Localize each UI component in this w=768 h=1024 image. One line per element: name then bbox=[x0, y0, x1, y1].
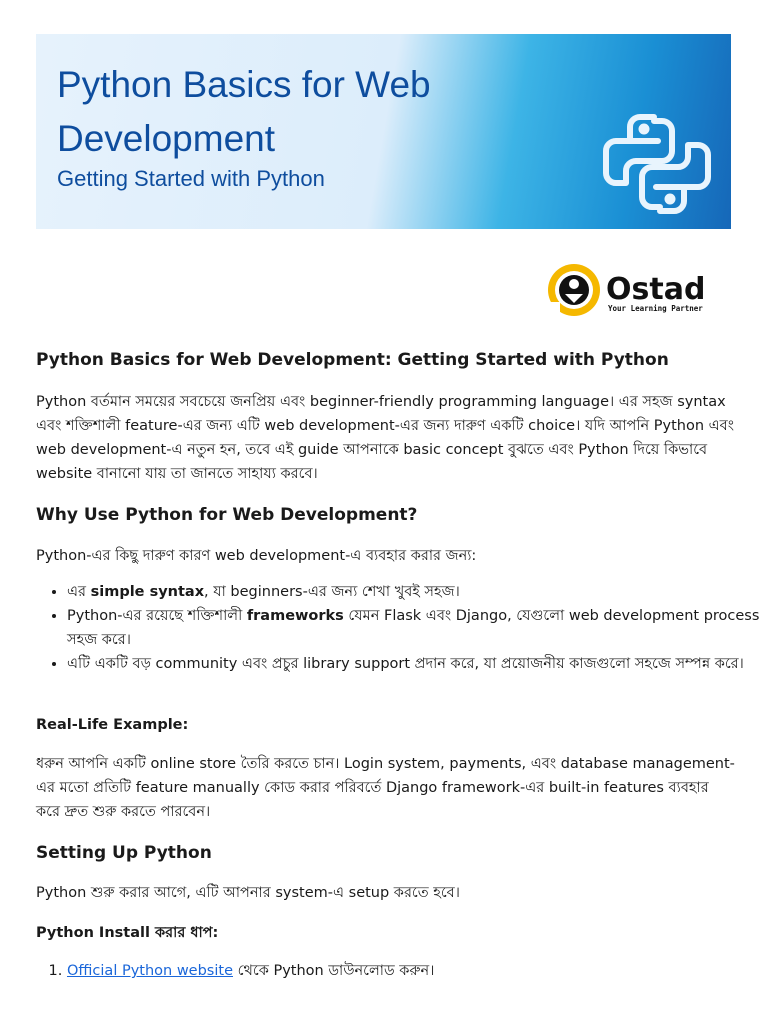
list-item: এর simple syntax, যা beginners-এর জন্য শ… bbox=[67, 580, 767, 604]
banner-subtitle: Getting Started with Python bbox=[57, 166, 325, 191]
ostad-tagline: Your Learning Partner bbox=[608, 304, 703, 313]
intro-paragraph: Python বর্তমান সময়ের সবচেয়ে জনপ্রিয় এ… bbox=[36, 394, 734, 482]
list-item: এটি একটি বড় community এবং প্রচুর librar… bbox=[67, 652, 767, 676]
ostad-logo-icon: Ostad Your Learning Partner bbox=[546, 264, 705, 316]
reasons-list: এর simple syntax, যা beginners-এর জন্য শ… bbox=[36, 580, 767, 676]
list-item: Official Python website থেকে Python ডাউন… bbox=[67, 959, 767, 983]
python-website-link[interactable]: Official Python website bbox=[67, 963, 233, 979]
header-banner: Python Basics for Web Development Gettin… bbox=[36, 34, 731, 229]
ostad-logo: Ostad Your Learning Partner bbox=[540, 250, 732, 330]
install-steps-label: Python Install করার ধাপ: bbox=[36, 925, 219, 941]
setup-intro: Python শুরু করার আগে, এটি আপনার system-এ… bbox=[36, 885, 460, 901]
heading-why-python: Why Use Python for Web Development? bbox=[36, 505, 418, 525]
banner-title: Python Basics for Web Development bbox=[57, 64, 431, 159]
example-paragraph: ধরুন আপনি একটি online store তৈরি করতে চা… bbox=[36, 756, 735, 820]
python-logo-icon bbox=[603, 114, 711, 214]
why-intro: Python-এর কিছু দারুণ কারণ web developmen… bbox=[36, 548, 477, 564]
doc-heading-main: Python Basics for Web Development: Getti… bbox=[36, 350, 669, 370]
install-steps-list: Official Python website থেকে Python ডাউন… bbox=[36, 959, 767, 983]
list-item: Python-এর রয়েছে শক্তিশালী frameworks যে… bbox=[67, 604, 767, 652]
heading-setting-up: Setting Up Python bbox=[36, 843, 212, 863]
ostad-brand: Ostad bbox=[606, 272, 705, 307]
example-label: Real-Life Example: bbox=[36, 717, 189, 733]
